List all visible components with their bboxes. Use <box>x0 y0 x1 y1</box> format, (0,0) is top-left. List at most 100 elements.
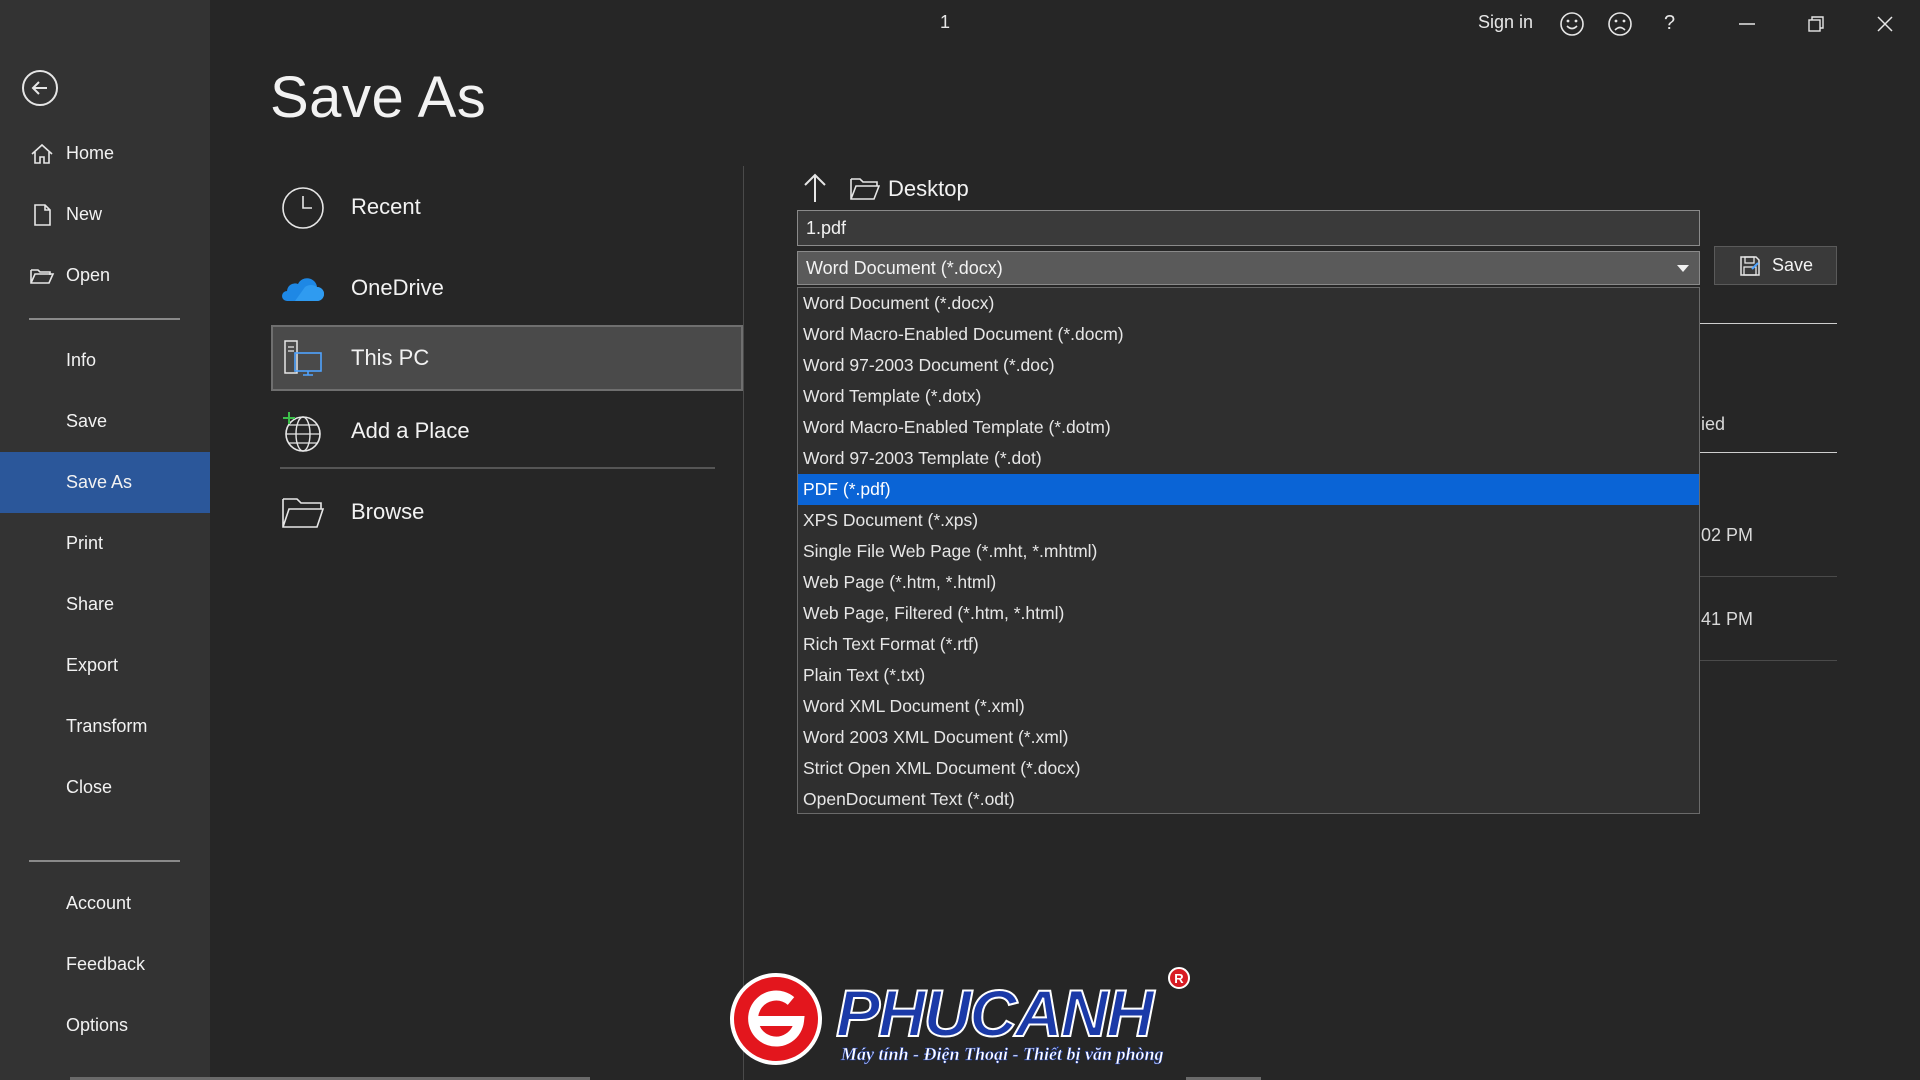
nav-item-label: Save <box>66 411 108 431</box>
location-browse[interactable]: Browse <box>271 479 743 545</box>
nav-item-print[interactable]: Print <box>0 513 210 574</box>
pane-divider <box>743 166 744 1080</box>
column-header-fragment: ied <box>1701 414 1726 434</box>
file-type-option[interactable]: Web Page (*.htm, *.html) <box>798 567 1699 598</box>
tab-underline <box>1700 323 1837 324</box>
registered-mark: R <box>1168 967 1190 989</box>
location-label: Recent <box>351 194 421 219</box>
minimize-icon[interactable] <box>1733 10 1761 38</box>
restore-icon[interactable] <box>1802 10 1830 38</box>
sign-in-link[interactable]: Sign in <box>1478 12 1533 33</box>
file-type-option[interactable]: Strict Open XML Document (*.docx) <box>798 753 1699 784</box>
nav-item-info[interactable]: Info <box>0 330 210 391</box>
nav-item-transform[interactable]: Transform <box>0 696 210 757</box>
modified-time-fragment: 02 PM <box>1701 525 1754 545</box>
nav-item-label: Feedback <box>66 954 146 974</box>
nav-item-export[interactable]: Export <box>0 635 210 696</box>
nav-item-options[interactable]: Options <box>0 995 210 1056</box>
file-type-option[interactable]: XPS Document (*.xps) <box>798 505 1699 536</box>
location-onedrive[interactable]: OneDrive <box>271 255 743 321</box>
nav-item-share[interactable]: Share <box>0 574 210 635</box>
nav-item-label: Share <box>66 594 115 614</box>
location-label: OneDrive <box>351 275 444 300</box>
nav-item-new[interactable]: New <box>0 184 210 245</box>
help-icon[interactable]: ? <box>1664 12 1692 40</box>
file-type-option[interactable]: Plain Text (*.txt) <box>798 660 1699 691</box>
current-folder[interactable]: Desktop <box>850 174 969 204</box>
document-title: 1 <box>940 12 951 32</box>
location-label: This PC <box>351 345 430 370</box>
nav-item-label: Info <box>66 350 97 370</box>
file-type-option[interactable]: Word Template (*.dotx) <box>798 381 1699 412</box>
up-arrow-icon[interactable] <box>800 172 830 204</box>
location-add-a-place[interactable]: Add a Place <box>271 398 743 464</box>
close-icon[interactable] <box>1871 10 1899 38</box>
row-divider <box>1700 576 1837 577</box>
nav-item-label: Options <box>66 1015 129 1035</box>
back-arrow-icon <box>31 81 47 95</box>
file-type-option[interactable]: Web Page, Filtered (*.htm, *.html) <box>798 598 1699 629</box>
nav-item-label: Account <box>66 893 132 913</box>
folder-icon <box>850 178 880 200</box>
nav-item-save-as[interactable]: Save As <box>0 452 210 513</box>
file-type-dropdown: Word Document (*.docx) Word Macro-Enable… <box>797 287 1700 814</box>
cloud-icon <box>282 278 324 301</box>
watermark-brand: PHUCANH <box>835 975 1155 1051</box>
frown-icon[interactable] <box>1606 10 1634 38</box>
file-type-option[interactable]: Word 97-2003 Template (*.dot) <box>798 443 1699 474</box>
smile-icon[interactable] <box>1558 10 1586 38</box>
file-type-option[interactable]: Word Macro-Enabled Document (*.docm) <box>798 319 1699 350</box>
watermark-tagline: Máy tính - Điện Thoại - Thiết bị văn phò… <box>841 1044 1164 1065</box>
file-type-option[interactable]: Rich Text Format (*.rtf) <box>798 629 1699 660</box>
backstage-nav: Home New Open Info Save Save As Print Sh… <box>0 0 210 1080</box>
new-document-icon <box>34 204 51 226</box>
folder-icon <box>282 498 325 528</box>
phucanh-logo-icon <box>730 973 822 1065</box>
file-type-option[interactable]: Word 2003 XML Document (*.xml) <box>798 722 1699 753</box>
phucanh-watermark: PHUCANH Máy tính - Điện Thoại - Thiết bị… <box>726 967 1196 1071</box>
nav-item-label: Export <box>66 655 119 675</box>
computer-icon <box>284 340 322 376</box>
save-button[interactable]: Save <box>1714 246 1837 285</box>
header-underline <box>1700 452 1837 453</box>
nav-item-label: Transform <box>66 716 148 736</box>
file-type-select[interactable]: Word Document (*.docx) <box>797 251 1700 285</box>
nav-item-label: Close <box>66 777 113 797</box>
file-type-option[interactable]: Word Macro-Enabled Template (*.dotm) <box>798 412 1699 443</box>
filename-input[interactable] <box>797 210 1700 246</box>
nav-item-label: Home <box>66 143 115 163</box>
modified-time-fragment: 41 PM <box>1701 609 1754 629</box>
globe-add-icon <box>283 412 321 452</box>
chevron-down-icon <box>1677 265 1689 272</box>
nav-item-label: New <box>66 204 103 224</box>
location-label: Add a Place <box>351 418 470 443</box>
open-folder-icon <box>30 269 55 284</box>
nav-item-save[interactable]: Save <box>0 391 210 452</box>
save-icon <box>1740 256 1760 276</box>
back-button[interactable] <box>22 70 58 106</box>
page-title: Save As <box>270 65 487 130</box>
nav-item-label: Print <box>66 533 104 553</box>
file-type-option[interactable]: Word 97-2003 Document (*.doc) <box>798 350 1699 381</box>
row-divider <box>1700 660 1837 661</box>
current-folder-label: Desktop <box>888 176 969 201</box>
file-type-option[interactable]: Word Document (*.docx) <box>798 288 1699 319</box>
nav-item-label: Open <box>66 265 111 285</box>
nav-item-account[interactable]: Account <box>0 873 210 934</box>
file-type-option[interactable]: Single File Web Page (*.mht, *.mhtml) <box>798 536 1699 567</box>
location-label: Browse <box>351 499 425 524</box>
nav-item-home[interactable]: Home <box>0 123 210 184</box>
nav-item-feedback[interactable]: Feedback <box>0 934 210 995</box>
nav-item-close[interactable]: Close <box>0 757 210 818</box>
save-button-label: Save <box>1772 255 1814 275</box>
nav-item-open[interactable]: Open <box>0 245 210 306</box>
nav-separator <box>29 860 180 862</box>
location-recent[interactable]: Recent <box>271 174 743 240</box>
nav-separator <box>29 318 180 320</box>
file-type-option[interactable]: Word XML Document (*.xml) <box>798 691 1699 722</box>
location-this-pc[interactable]: This PC <box>271 325 743 391</box>
nav-item-label: Save As <box>66 472 133 492</box>
file-type-selected-value: Word Document (*.docx) <box>806 257 1003 278</box>
file-type-option[interactable]: OpenDocument Text (*.odt) <box>798 784 1699 815</box>
file-type-option-highlighted[interactable]: PDF (*.pdf) <box>798 474 1699 505</box>
